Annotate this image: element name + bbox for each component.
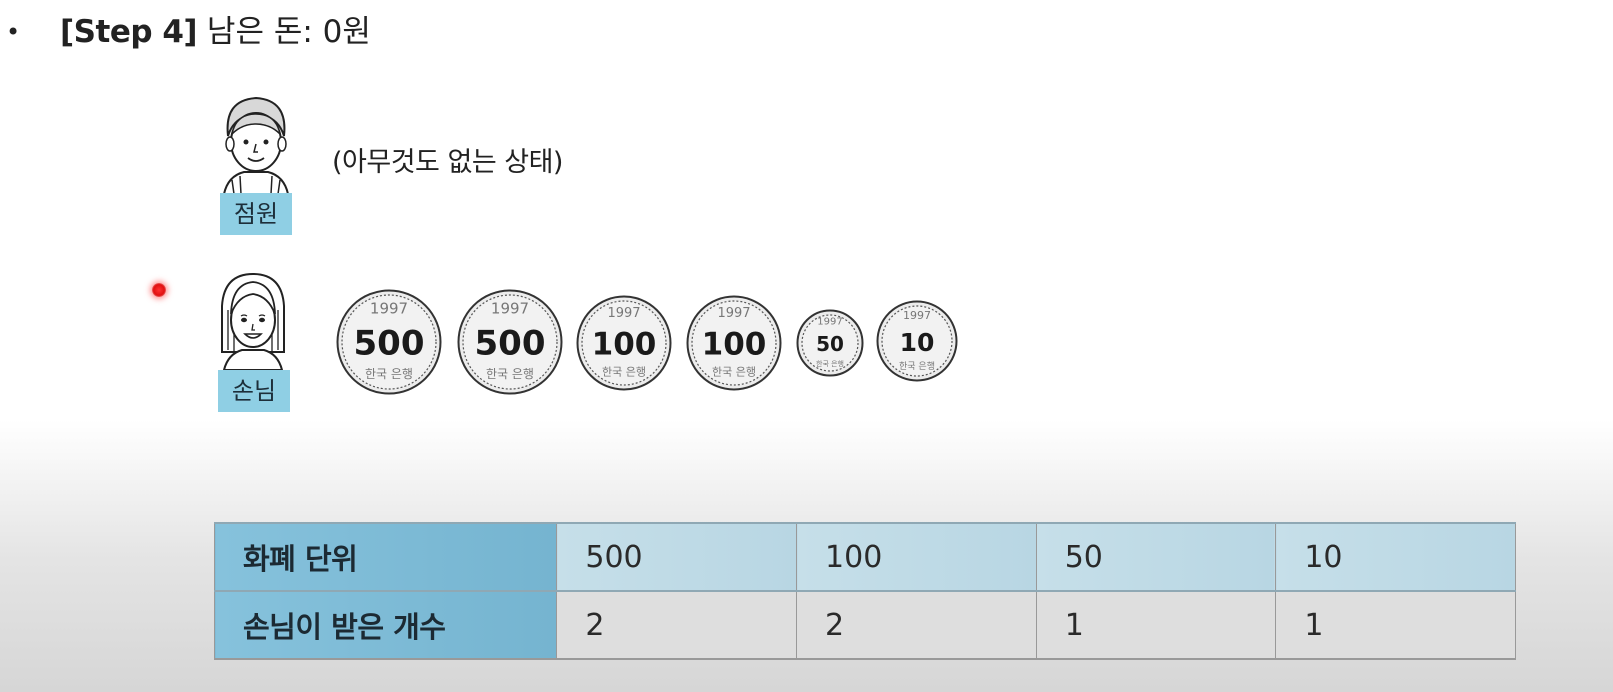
row-header-count: 손님이 받은 개수: [213, 590, 558, 660]
coin-year: 1997: [370, 299, 408, 317]
cell-denomination-50: 50: [1035, 522, 1277, 592]
cell-denomination-500: 500: [556, 522, 798, 592]
coin-year: 1997: [717, 306, 750, 321]
cell-denomination-100: 100: [796, 522, 1037, 592]
coin-value: 50: [816, 332, 844, 356]
coin-issuer: 한국 은행: [899, 360, 935, 372]
cell-count-10: 1: [1275, 590, 1516, 660]
cell-count-50: 1: [1035, 590, 1277, 660]
row-header-denomination: 화폐 단위: [213, 522, 558, 592]
clerk-status: (아무것도 없는 상태): [332, 147, 563, 178]
customer-illustration: [216, 270, 290, 370]
coin-10-6: 1997 10 한국 은행: [876, 300, 958, 382]
coin-value: 10: [900, 328, 935, 357]
table-row-denomination: 화폐 단위 500 100 50 10: [213, 522, 1516, 592]
coin-100-4: 1997 100 한국 은행: [686, 295, 782, 391]
coin-issuer: 한국 은행: [816, 359, 844, 368]
coin-icon: 1997 100 한국 은행: [686, 295, 782, 391]
remaining-money: 남은 돈: 0원: [206, 14, 371, 50]
clerk-label: 점원: [220, 193, 292, 235]
coin-50-5: 1997 50 한국 은행: [796, 309, 864, 377]
step-label: [Step 4]: [60, 14, 198, 50]
clerk-illustration: [218, 94, 294, 194]
cell-count-100: 2: [796, 590, 1037, 660]
coin-value: 100: [592, 327, 657, 363]
coin-value: 500: [475, 324, 546, 364]
cell-count-500: 2: [556, 590, 798, 660]
customer-icon: [221, 272, 285, 370]
coin-icon: 1997 500 한국 은행: [457, 289, 563, 395]
coin-icon: 1997 500 한국 은행: [336, 289, 442, 395]
pointer-dot: [152, 283, 166, 297]
clerk-icon: [222, 96, 290, 194]
coin-icon: 1997 50 한국 은행: [796, 309, 864, 377]
customer-label: 손님: [218, 370, 290, 412]
coin-issuer: 한국 은행: [486, 366, 534, 381]
coin-value: 100: [702, 327, 767, 363]
coin-issuer: 한국 은행: [602, 366, 646, 379]
coin-icon: 1997 10 한국 은행: [876, 300, 958, 382]
coin-year: 1997: [491, 299, 529, 317]
change-table: 화폐 단위 500 100 50 10 손님이 받은 개수 2 2 1 1: [213, 522, 1516, 660]
coin-value: 500: [354, 324, 425, 364]
bullet: •: [6, 18, 21, 46]
table-row-count: 손님이 받은 개수 2 2 1 1: [213, 590, 1516, 660]
coin-year: 1997: [903, 309, 931, 322]
coin-500-1: 1997 500 한국 은행: [336, 289, 442, 395]
coin-100-3: 1997 100 한국 은행: [576, 295, 672, 391]
coin-issuer: 한국 은행: [712, 366, 756, 379]
coin-year: 1997: [817, 317, 842, 328]
step-title: [Step 4] 남은 돈: 0원: [60, 10, 371, 54]
cell-denomination-10: 10: [1275, 522, 1516, 592]
coin-icon: 1997 100 한국 은행: [576, 295, 672, 391]
coin-issuer: 한국 은행: [365, 366, 413, 381]
coin-year: 1997: [607, 306, 640, 321]
coin-500-2: 1997 500 한국 은행: [457, 289, 563, 395]
